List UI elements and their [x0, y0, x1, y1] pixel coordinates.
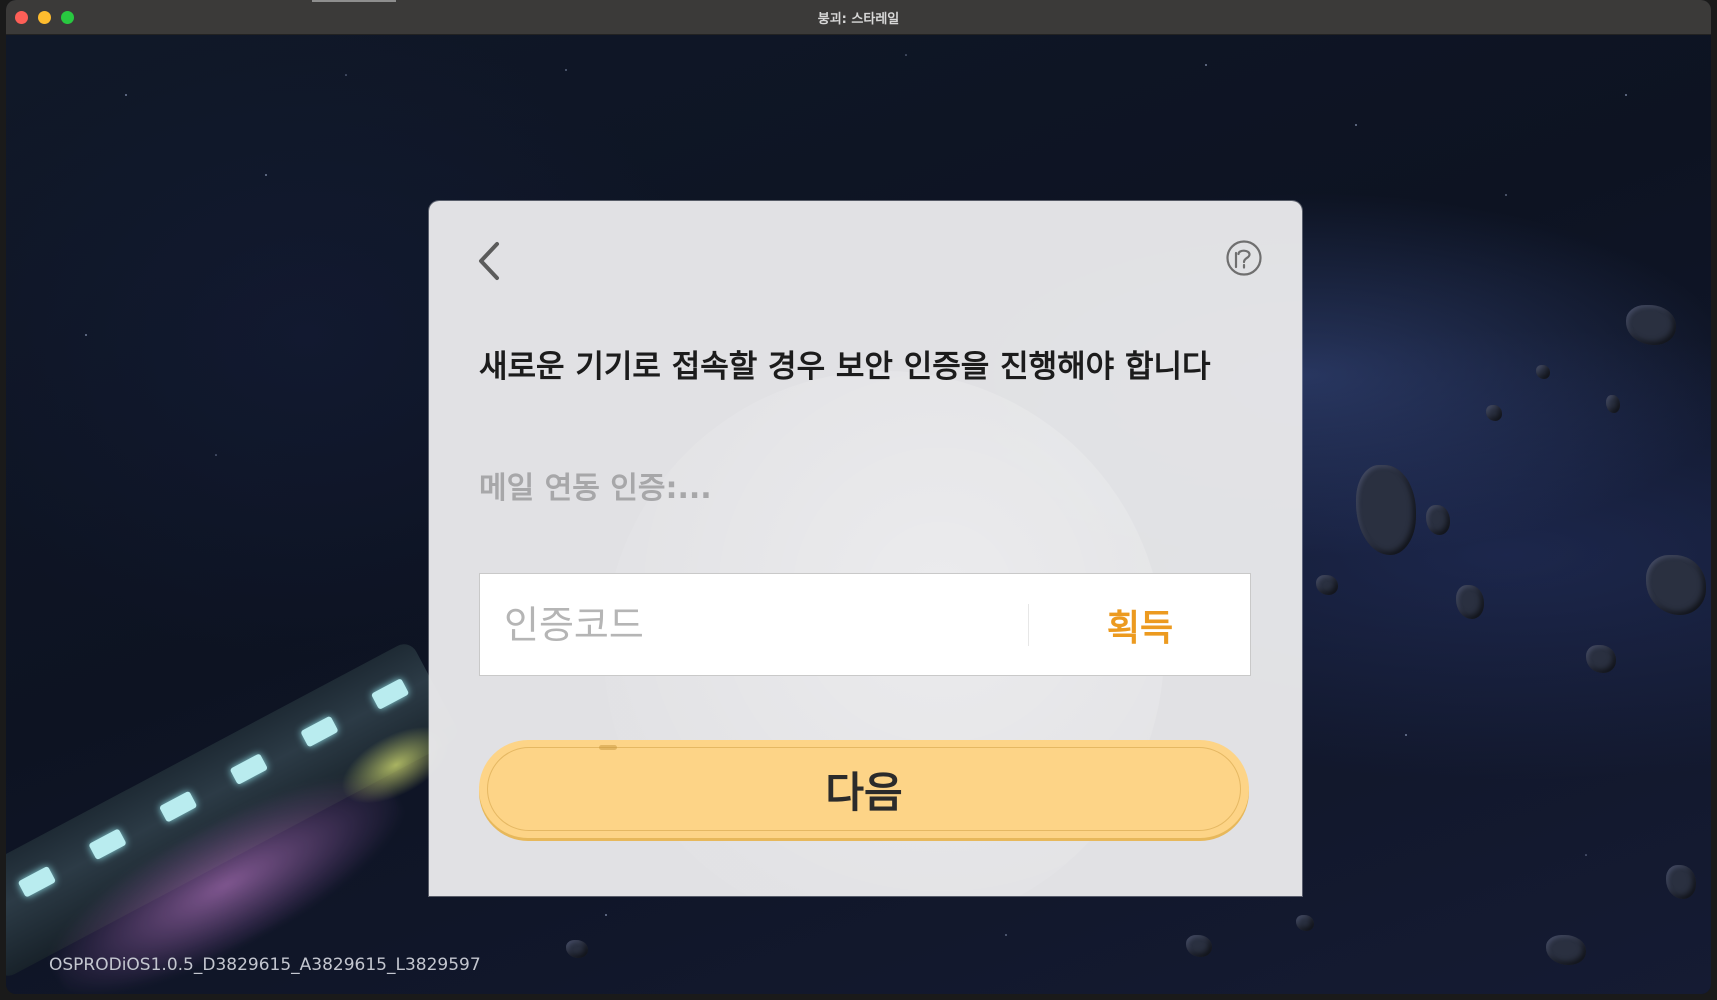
asteroid	[1296, 915, 1314, 931]
verification-code-field: 획득	[479, 573, 1251, 676]
close-window-button[interactable]	[15, 11, 28, 24]
asteroid	[1606, 395, 1620, 413]
asteroid	[1186, 935, 1212, 957]
chevron-left-icon	[479, 242, 499, 280]
asteroid	[1486, 405, 1502, 421]
next-button-label: 다음	[825, 767, 903, 817]
button-notch	[599, 745, 617, 750]
help-circle-icon	[1226, 240, 1262, 276]
email-verification-label: 메일 연동 인증:...	[479, 471, 712, 506]
background-scene: 새로운 기기로 접속할 경우 보안 인증을 진행해야 합니다 메일 연동 인증:…	[6, 35, 1711, 994]
next-button[interactable]: 다음	[479, 740, 1249, 838]
window-title: 붕괴: 스타레일	[817, 11, 900, 27]
version-string: OSPRODiOS1.0.5_D3829615_A3829615_L382959…	[49, 955, 481, 975]
verification-headline: 새로운 기기로 접속할 경우 보안 인증을 진행해야 합니다	[479, 349, 1211, 385]
asteroid	[1456, 585, 1484, 619]
get-code-button[interactable]: 획득	[1029, 574, 1251, 675]
minimize-window-button[interactable]	[38, 11, 51, 24]
asteroid	[1536, 365, 1550, 379]
back-button[interactable]	[469, 236, 509, 286]
tab-indicator	[312, 0, 396, 2]
asteroid	[1316, 575, 1338, 595]
maximize-window-button[interactable]	[61, 11, 74, 24]
verification-code-input[interactable]	[480, 574, 1028, 675]
title-bar: 붕괴: 스타레일	[6, 0, 1711, 35]
help-button[interactable]	[1225, 239, 1263, 277]
security-verification-dialog: 새로운 기기로 접속할 경우 보안 인증을 진행해야 합니다 메일 연동 인증:…	[429, 201, 1302, 896]
game-window: 붕괴: 스타레일 새로운 기기로 접속할 경우 보안 인증을 진행해야 합니다 …	[6, 0, 1711, 994]
asteroid	[566, 940, 588, 958]
asteroid	[1426, 505, 1450, 535]
